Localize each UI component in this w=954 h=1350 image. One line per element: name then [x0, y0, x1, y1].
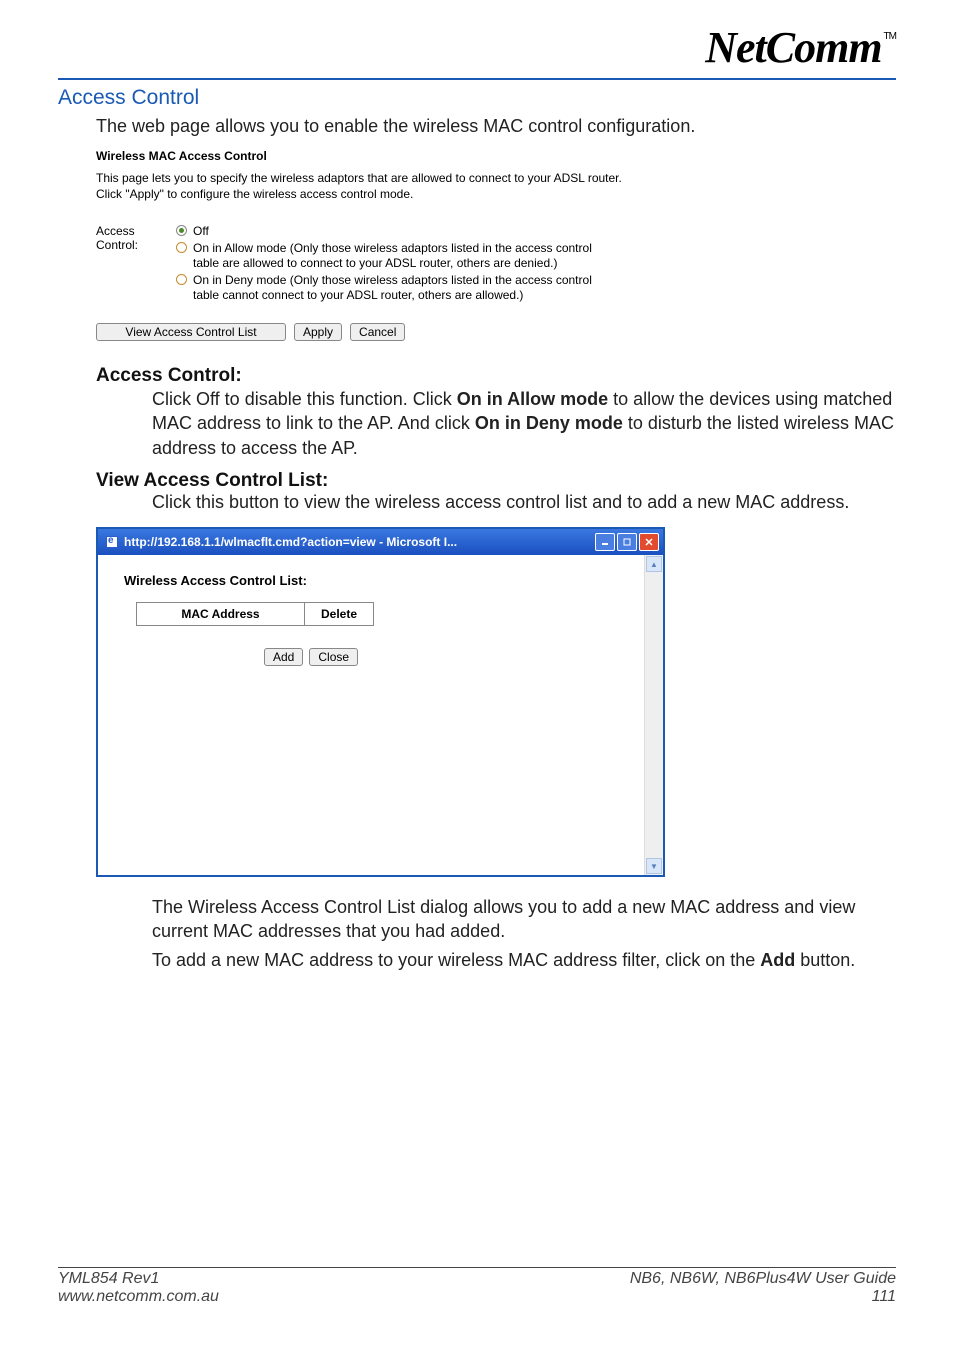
figure1-title: Wireless MAC Access Control [96, 149, 661, 163]
cancel-button[interactable]: Cancel [350, 323, 405, 341]
scroll-up-icon[interactable]: ▲ [646, 556, 662, 572]
radio-deny[interactable]: On in Deny mode (Only those wireless ada… [176, 273, 661, 303]
window-titlebar: http://192.168.1.1/wlmacflt.cmd?action=v… [98, 529, 663, 555]
col-mac-address: MAC Address [137, 603, 305, 625]
access-control-explanation: Click Off to disable this function. Clic… [152, 387, 896, 460]
trademark: TM [884, 32, 896, 42]
radio-deny-label: On in Deny mode (Only those wireless ada… [193, 273, 613, 303]
figure-mac-access-control: Wireless MAC Access Control This page le… [96, 149, 661, 341]
access-control-label: AccessControl: [96, 224, 176, 252]
radio-icon [176, 225, 187, 236]
scroll-down-icon[interactable]: ▼ [646, 858, 662, 874]
text-fragment: To add a new MAC address to your wireles… [152, 950, 760, 970]
popup-button-row: Add Close [264, 648, 618, 666]
window-minimize-button[interactable] [595, 533, 615, 551]
window-title: http://192.168.1.1/wlmacflt.cmd?action=v… [124, 535, 593, 549]
popup-content: Wireless Access Control List: MAC Addres… [98, 555, 644, 875]
intro-text: The web page allows you to enable the wi… [96, 116, 896, 137]
window-maximize-button[interactable] [617, 533, 637, 551]
figure-popup-window: http://192.168.1.1/wlmacflt.cmd?action=v… [96, 527, 665, 877]
section-title-access-control: Access Control [58, 86, 896, 110]
footer-rule [58, 1267, 896, 1268]
footer-models: NB6, NB6W, NB6Plus4W [630, 1270, 811, 1287]
footer-guide: User Guide [811, 1270, 896, 1287]
brand-name: NetComm [705, 26, 881, 70]
figure1-description: This page lets you to specify the wirele… [96, 171, 661, 202]
text-fragment: button. [795, 950, 855, 970]
view-list-explanation: Click this button to view the wireless a… [152, 492, 896, 513]
radio-off[interactable]: Off [176, 224, 661, 239]
figure1-desc-line1: This page lets you to specify the wirele… [96, 171, 622, 185]
access-control-option-group: AccessControl: Off On in Allow mode (Onl… [96, 224, 661, 305]
radio-icon [176, 242, 187, 253]
footer-url: www.netcomm.com.au [58, 1288, 219, 1306]
footer-doc-rev: YML854 Rev1 [58, 1270, 159, 1288]
document-page: NetComm TM Access Control The web page a… [0, 0, 954, 1350]
footer-line2: www.netcomm.com.au 111 [58, 1288, 896, 1306]
scrollbar[interactable]: ▲ ▼ [644, 555, 663, 875]
add-button[interactable]: Add [264, 648, 303, 666]
radio-group: Off On in Allow mode (Only those wireles… [176, 224, 661, 305]
subheading-access-control: Access Control: [96, 365, 896, 387]
apply-button[interactable]: Apply [294, 323, 342, 341]
text-fragment: Click Off to disable this function. Clic… [152, 389, 457, 409]
ie-icon [104, 534, 120, 550]
brand-logo: NetComm TM [705, 26, 896, 70]
header-rule [58, 78, 896, 80]
footer-line1: YML854 Rev1 NB6, NB6W, NB6Plus4W User Gu… [58, 1270, 896, 1288]
radio-icon [176, 274, 187, 285]
radio-allow[interactable]: On in Allow mode (Only those wireless ad… [176, 241, 661, 271]
col-delete: Delete [305, 603, 373, 625]
figure1-desc-line2: Click "Apply" to configure the wireless … [96, 187, 413, 201]
radio-allow-label: On in Allow mode (Only those wireless ad… [193, 241, 613, 271]
figure1-button-row: View Access Control List Apply Cancel [96, 323, 661, 341]
view-access-control-list-button[interactable]: View Access Control List [96, 323, 286, 341]
close-button[interactable]: Close [309, 648, 358, 666]
mac-table-header: MAC Address Delete [136, 602, 374, 626]
footer-right1: NB6, NB6W, NB6Plus4W User Guide [630, 1270, 896, 1288]
window-body: Wireless Access Control List: MAC Addres… [98, 555, 663, 875]
text-bold: Add [760, 950, 795, 970]
text-bold: On in Allow mode [457, 389, 608, 409]
radio-off-label: Off [193, 224, 209, 239]
popup-heading: Wireless Access Control List: [124, 573, 618, 588]
after-popup-p1: The Wireless Access Control List dialog … [152, 895, 896, 944]
window-close-button[interactable] [639, 533, 659, 551]
subheading-view-list: View Access Control List: [96, 470, 896, 492]
text-bold: On in Deny mode [475, 413, 623, 433]
after-popup-p2: To add a new MAC address to your wireles… [152, 950, 896, 971]
page-footer: YML854 Rev1 NB6, NB6W, NB6Plus4W User Gu… [58, 1267, 896, 1306]
header-row: NetComm TM [58, 20, 896, 76]
footer-page-number: 111 [872, 1288, 896, 1306]
